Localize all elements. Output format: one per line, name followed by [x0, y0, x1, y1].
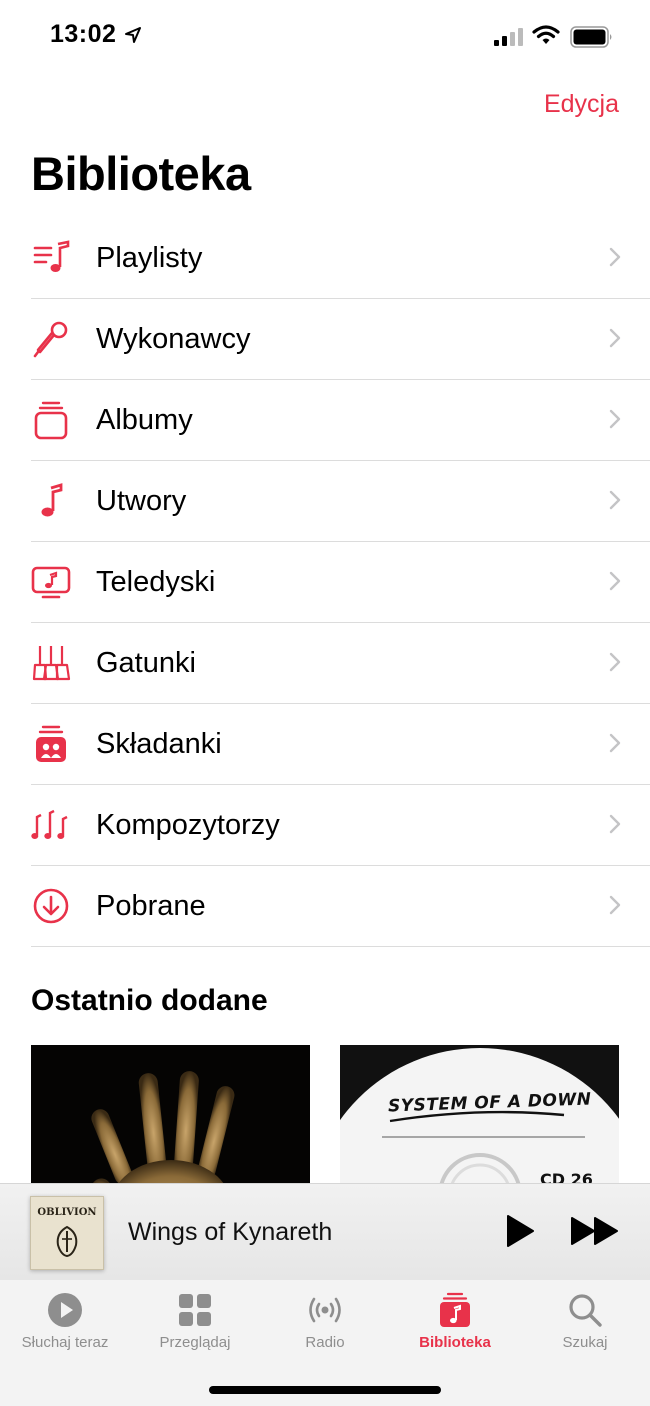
tab-radio[interactable]: Radio — [260, 1280, 390, 1360]
tab-label: Radio — [305, 1334, 345, 1351]
library-item-downloaded[interactable]: Pobrane — [31, 866, 650, 947]
signal-icon — [494, 28, 523, 46]
play-circle-icon — [48, 1293, 82, 1327]
tab-label: Przeglądaj — [159, 1334, 231, 1351]
tab-label: Słuchaj teraz — [21, 1334, 109, 1351]
fast-forward-icon[interactable] — [570, 1216, 620, 1246]
play-icon[interactable] — [505, 1214, 535, 1248]
tab-listen-now[interactable]: Słuchaj teraz — [0, 1280, 130, 1360]
library-item-songs[interactable]: Utwory — [31, 461, 650, 542]
library-item-label: Teledyski — [96, 565, 216, 598]
location-arrow-icon — [125, 27, 141, 43]
chevron-right-icon — [609, 571, 621, 591]
wifi-icon — [532, 25, 560, 44]
library-item-albums[interactable]: Albumy — [31, 380, 650, 461]
tab-browse[interactable]: Przeglądaj — [130, 1280, 260, 1360]
music-note-icon — [31, 481, 71, 521]
tab-library[interactable]: Biblioteka — [390, 1280, 520, 1360]
library-item-label: Albumy — [96, 403, 193, 436]
library-item-playlists[interactable]: Playlisty — [31, 218, 650, 299]
music-video-icon — [31, 562, 71, 602]
library-item-artists[interactable]: Wykonawcy — [31, 299, 650, 380]
now-playing-artwork: OBLIVION — [30, 1196, 104, 1270]
compilations-icon — [31, 724, 71, 764]
page-title: Biblioteka — [31, 147, 251, 200]
edit-button[interactable]: Edycja — [544, 90, 619, 119]
genres-icon — [31, 643, 71, 683]
album-stack-icon — [31, 400, 71, 440]
grid-icon — [179, 1294, 211, 1326]
chevron-right-icon — [609, 328, 621, 348]
library-icon — [440, 1292, 470, 1327]
chevron-right-icon — [609, 733, 621, 753]
now-playing-artwork-text: OBLIVION — [37, 1207, 97, 1218]
library-item-label: Playlisty — [96, 241, 203, 274]
playlist-icon — [31, 238, 71, 278]
status-time: 13:02 — [50, 20, 117, 48]
download-icon — [31, 886, 71, 926]
library-item-label: Pobrane — [96, 889, 206, 922]
microphone-icon — [31, 319, 71, 359]
chevron-right-icon — [609, 652, 621, 672]
tab-label: Szukaj — [562, 1334, 608, 1351]
library-item-music-videos[interactable]: Teledyski — [31, 542, 650, 623]
home-indicator[interactable] — [209, 1386, 441, 1394]
section-title-recently-added: Ostatnio dodane — [31, 984, 268, 1017]
chevron-right-icon — [609, 895, 621, 915]
library-item-composers[interactable]: Kompozytorzy — [31, 785, 650, 866]
oblivion-emblem-icon — [56, 1225, 78, 1257]
now-playing-title: Wings of Kynareth — [128, 1218, 333, 1246]
library-item-label: Utwory — [96, 484, 187, 517]
chevron-right-icon — [609, 247, 621, 267]
search-icon — [569, 1294, 602, 1327]
battery-icon — [570, 26, 612, 48]
library-item-label: Kompozytorzy — [96, 808, 280, 841]
chevron-right-icon — [609, 490, 621, 510]
library-item-label: Składanki — [96, 727, 222, 760]
radio-icon — [309, 1297, 341, 1323]
library-item-label: Gatunki — [96, 646, 196, 679]
library-list: Playlisty Wykonawcy Albumy Utwory Teledy… — [31, 218, 650, 947]
tab-label: Biblioteka — [419, 1334, 491, 1351]
tab-search[interactable]: Szukaj — [520, 1280, 650, 1360]
library-item-compilations[interactable]: Składanki — [31, 704, 650, 785]
chevron-right-icon — [609, 814, 621, 834]
composers-icon — [31, 805, 71, 845]
chevron-right-icon — [609, 409, 621, 429]
library-item-genres[interactable]: Gatunki — [31, 623, 650, 704]
mini-player[interactable]: OBLIVION Wings of Kynareth — [0, 1183, 650, 1281]
library-item-label: Wykonawcy — [96, 322, 251, 355]
status-bar: 13:02 — [0, 0, 650, 70]
